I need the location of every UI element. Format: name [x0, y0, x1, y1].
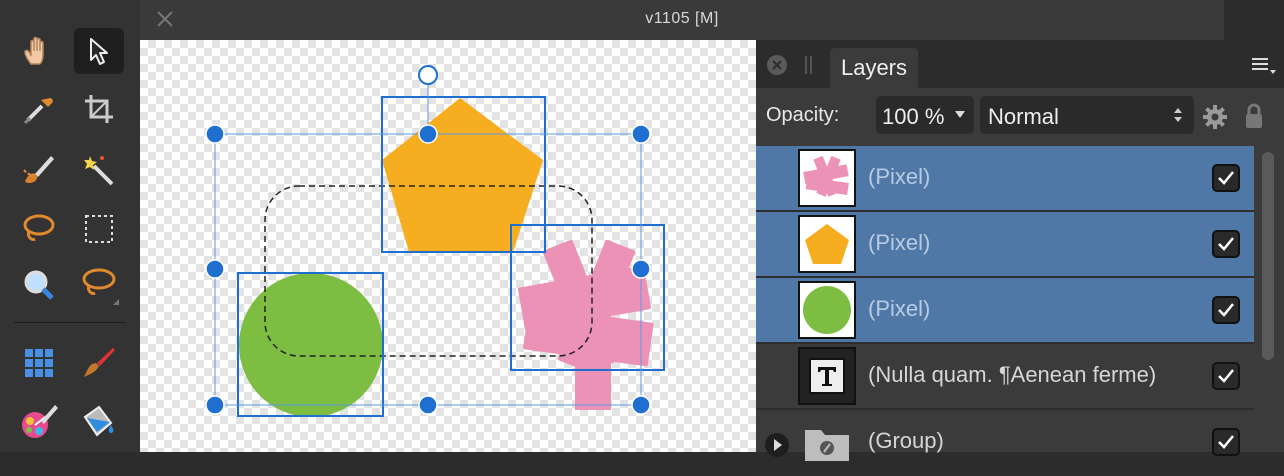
tools-panel — [0, 0, 140, 452]
document-title: v1105 [M] — [645, 10, 719, 27]
layers-scrollbar[interactable] — [1262, 152, 1274, 360]
checkmark-icon — [1218, 435, 1234, 449]
layer-row[interactable]: (Pixel) — [756, 212, 1254, 278]
layers-list: (Pixel) (Pixel) (Pixel) (Nulla quam. ¶Ae… — [756, 146, 1254, 476]
blend-mode-stepper-icon[interactable] — [1172, 105, 1184, 125]
opacity-field[interactable]: 100 % — [876, 96, 974, 134]
rotation-handle[interactable] — [418, 65, 438, 85]
green-circle[interactable] — [239, 273, 383, 417]
pink-shape-icon — [803, 155, 849, 197]
opacity-dropdown-icon[interactable] — [954, 110, 966, 120]
folder-icon — [805, 430, 849, 461]
paint-brush-icon[interactable] — [74, 340, 124, 386]
toolbar-divider — [14, 322, 126, 323]
handle-bottom-center[interactable] — [418, 395, 438, 415]
orange-pentagon[interactable] — [382, 98, 543, 252]
blend-mode-select[interactable]: Normal — [980, 96, 1194, 134]
layer-name: (Pixel) — [868, 296, 931, 321]
canvas[interactable] — [140, 40, 756, 452]
handle-top-left[interactable] — [205, 124, 225, 144]
layer-thumbnail — [798, 215, 856, 273]
panel-tab-bar: Layers — [756, 40, 1284, 88]
blend-mode-value: Normal — [988, 104, 1059, 129]
handle-top-right[interactable] — [631, 124, 651, 144]
layers-panel: Layers Opacity: 100 % Normal (Pixel) (Pi… — [756, 40, 1284, 476]
layer-thumbnail — [798, 347, 856, 405]
checkmark-icon — [1218, 369, 1234, 383]
close-panel-icon[interactable] — [766, 54, 788, 76]
checkmark-icon — [1218, 171, 1234, 185]
move-tool-icon[interactable] — [74, 28, 124, 74]
gear-icon[interactable] — [1202, 104, 1228, 130]
layer-row[interactable]: (Pixel) — [756, 278, 1254, 344]
opacity-label: Opacity: — [766, 104, 840, 126]
opacity-row: Opacity: 100 % Normal — [756, 88, 1284, 144]
layer-name: (Group) — [868, 428, 944, 453]
handle-middle-right[interactable] — [631, 259, 651, 279]
color-picker-icon[interactable] — [14, 86, 64, 132]
text-icon — [809, 358, 845, 394]
layer-thumbnail — [798, 149, 856, 207]
document-title-bar: v1105 [M] — [140, 0, 1224, 40]
layer-thumbnail — [798, 281, 856, 339]
hand-tool-icon[interactable] — [14, 28, 64, 74]
zoom-icon[interactable] — [14, 262, 64, 308]
color-replace-icon[interactable] — [14, 398, 64, 444]
lasso-icon[interactable] — [74, 262, 124, 308]
window-background — [1224, 0, 1284, 40]
handle-top-center[interactable] — [418, 124, 438, 144]
layer-visibility-checkbox[interactable] — [1212, 296, 1240, 324]
panel-menu-icon[interactable] — [1250, 56, 1278, 76]
layer-name: (Nulla quam. ¶Aenean ferme) — [868, 362, 1157, 387]
checkmark-icon — [1218, 237, 1234, 251]
freehand-selection-icon[interactable] — [14, 206, 64, 252]
selection-brush-icon[interactable] — [14, 146, 64, 192]
marquee-selection-icon[interactable] — [74, 206, 124, 252]
magic-wand-icon[interactable] — [74, 146, 124, 192]
handle-bottom-left[interactable] — [205, 395, 225, 415]
crop-icon[interactable] — [74, 86, 124, 132]
pentagon-icon — [805, 224, 849, 264]
handle-bottom-right[interactable] — [631, 395, 651, 415]
opacity-value: 100 % — [882, 104, 945, 129]
lock-icon[interactable] — [1244, 102, 1264, 130]
mesh-grid-icon[interactable] — [14, 340, 64, 386]
layer-name: (Pixel) — [868, 164, 931, 189]
layer-row[interactable]: (Nulla quam. ¶Aenean ferme) — [756, 344, 1254, 410]
handle-middle-left[interactable] — [205, 259, 225, 279]
tab-layers[interactable]: Layers — [830, 48, 918, 88]
layer-row[interactable]: (Pixel) — [756, 146, 1254, 212]
circle-icon — [803, 286, 851, 334]
expand-arrow-icon[interactable] — [764, 432, 790, 458]
flood-fill-icon[interactable] — [74, 398, 124, 444]
layer-thumbnail — [798, 413, 856, 471]
layer-row[interactable]: (Group) — [756, 410, 1254, 476]
layer-visibility-checkbox[interactable] — [1212, 362, 1240, 390]
layer-visibility-checkbox[interactable] — [1212, 230, 1240, 258]
layer-name: (Pixel) — [868, 230, 931, 255]
checkmark-icon — [1218, 303, 1234, 317]
drag-grip-icon[interactable] — [804, 54, 814, 76]
layer-visibility-checkbox[interactable] — [1212, 164, 1240, 192]
